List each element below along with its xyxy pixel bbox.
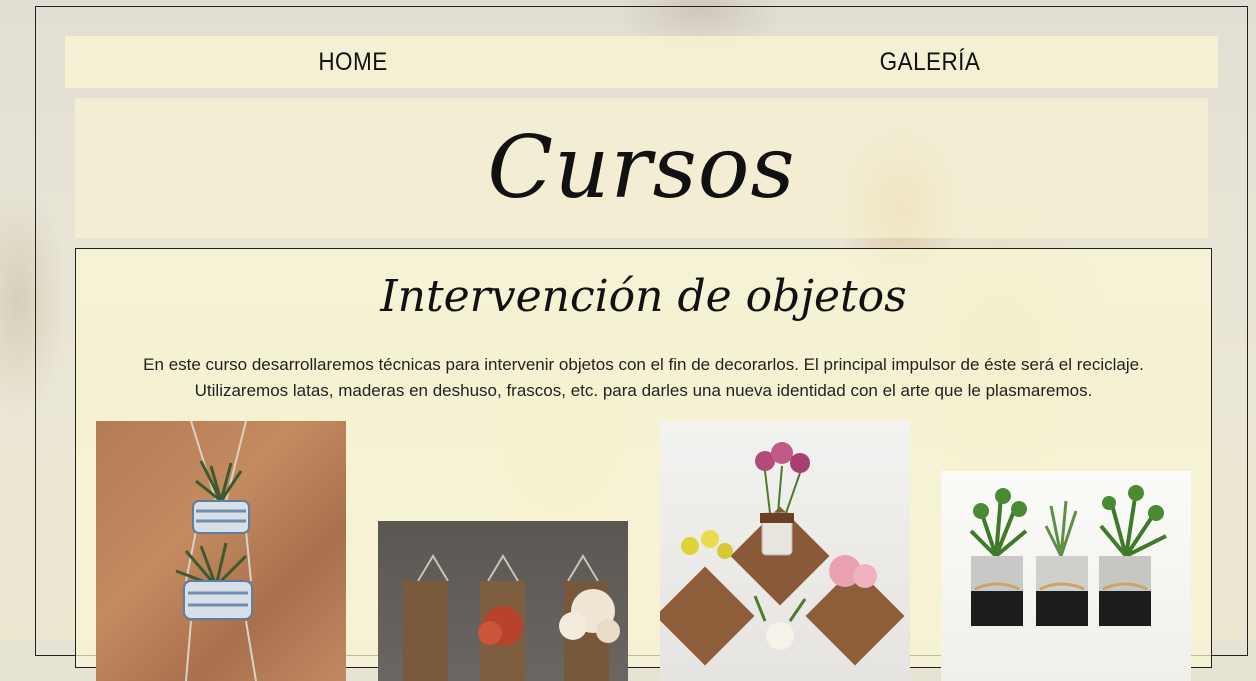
photo-board-vases[interactable] [378,521,628,681]
nav-gallery-link[interactable]: GALERÍA [671,36,1189,88]
course-title: Intervención de objetos [380,271,907,322]
course-card: Intervención de objetos En este curso de… [75,248,1212,681]
nav-home-link[interactable]: HOME [94,36,612,88]
course-description: En este curso desarrollaremos técnicas p… [143,355,1144,400]
page-title: Cursos [487,118,796,218]
jar-vases-illustration [660,442,905,666]
photo-hanging-planters[interactable] [96,421,346,681]
board-vases-illustration [403,554,620,681]
hanging-planters-illustration [175,421,257,681]
photo-can-planters[interactable] [941,471,1191,681]
can-planters-illustration [969,485,1167,626]
top-nav: HOME GALERÍA [65,36,1218,88]
photo-jar-vases[interactable] [660,421,910,681]
page-header: Cursos [75,98,1208,238]
